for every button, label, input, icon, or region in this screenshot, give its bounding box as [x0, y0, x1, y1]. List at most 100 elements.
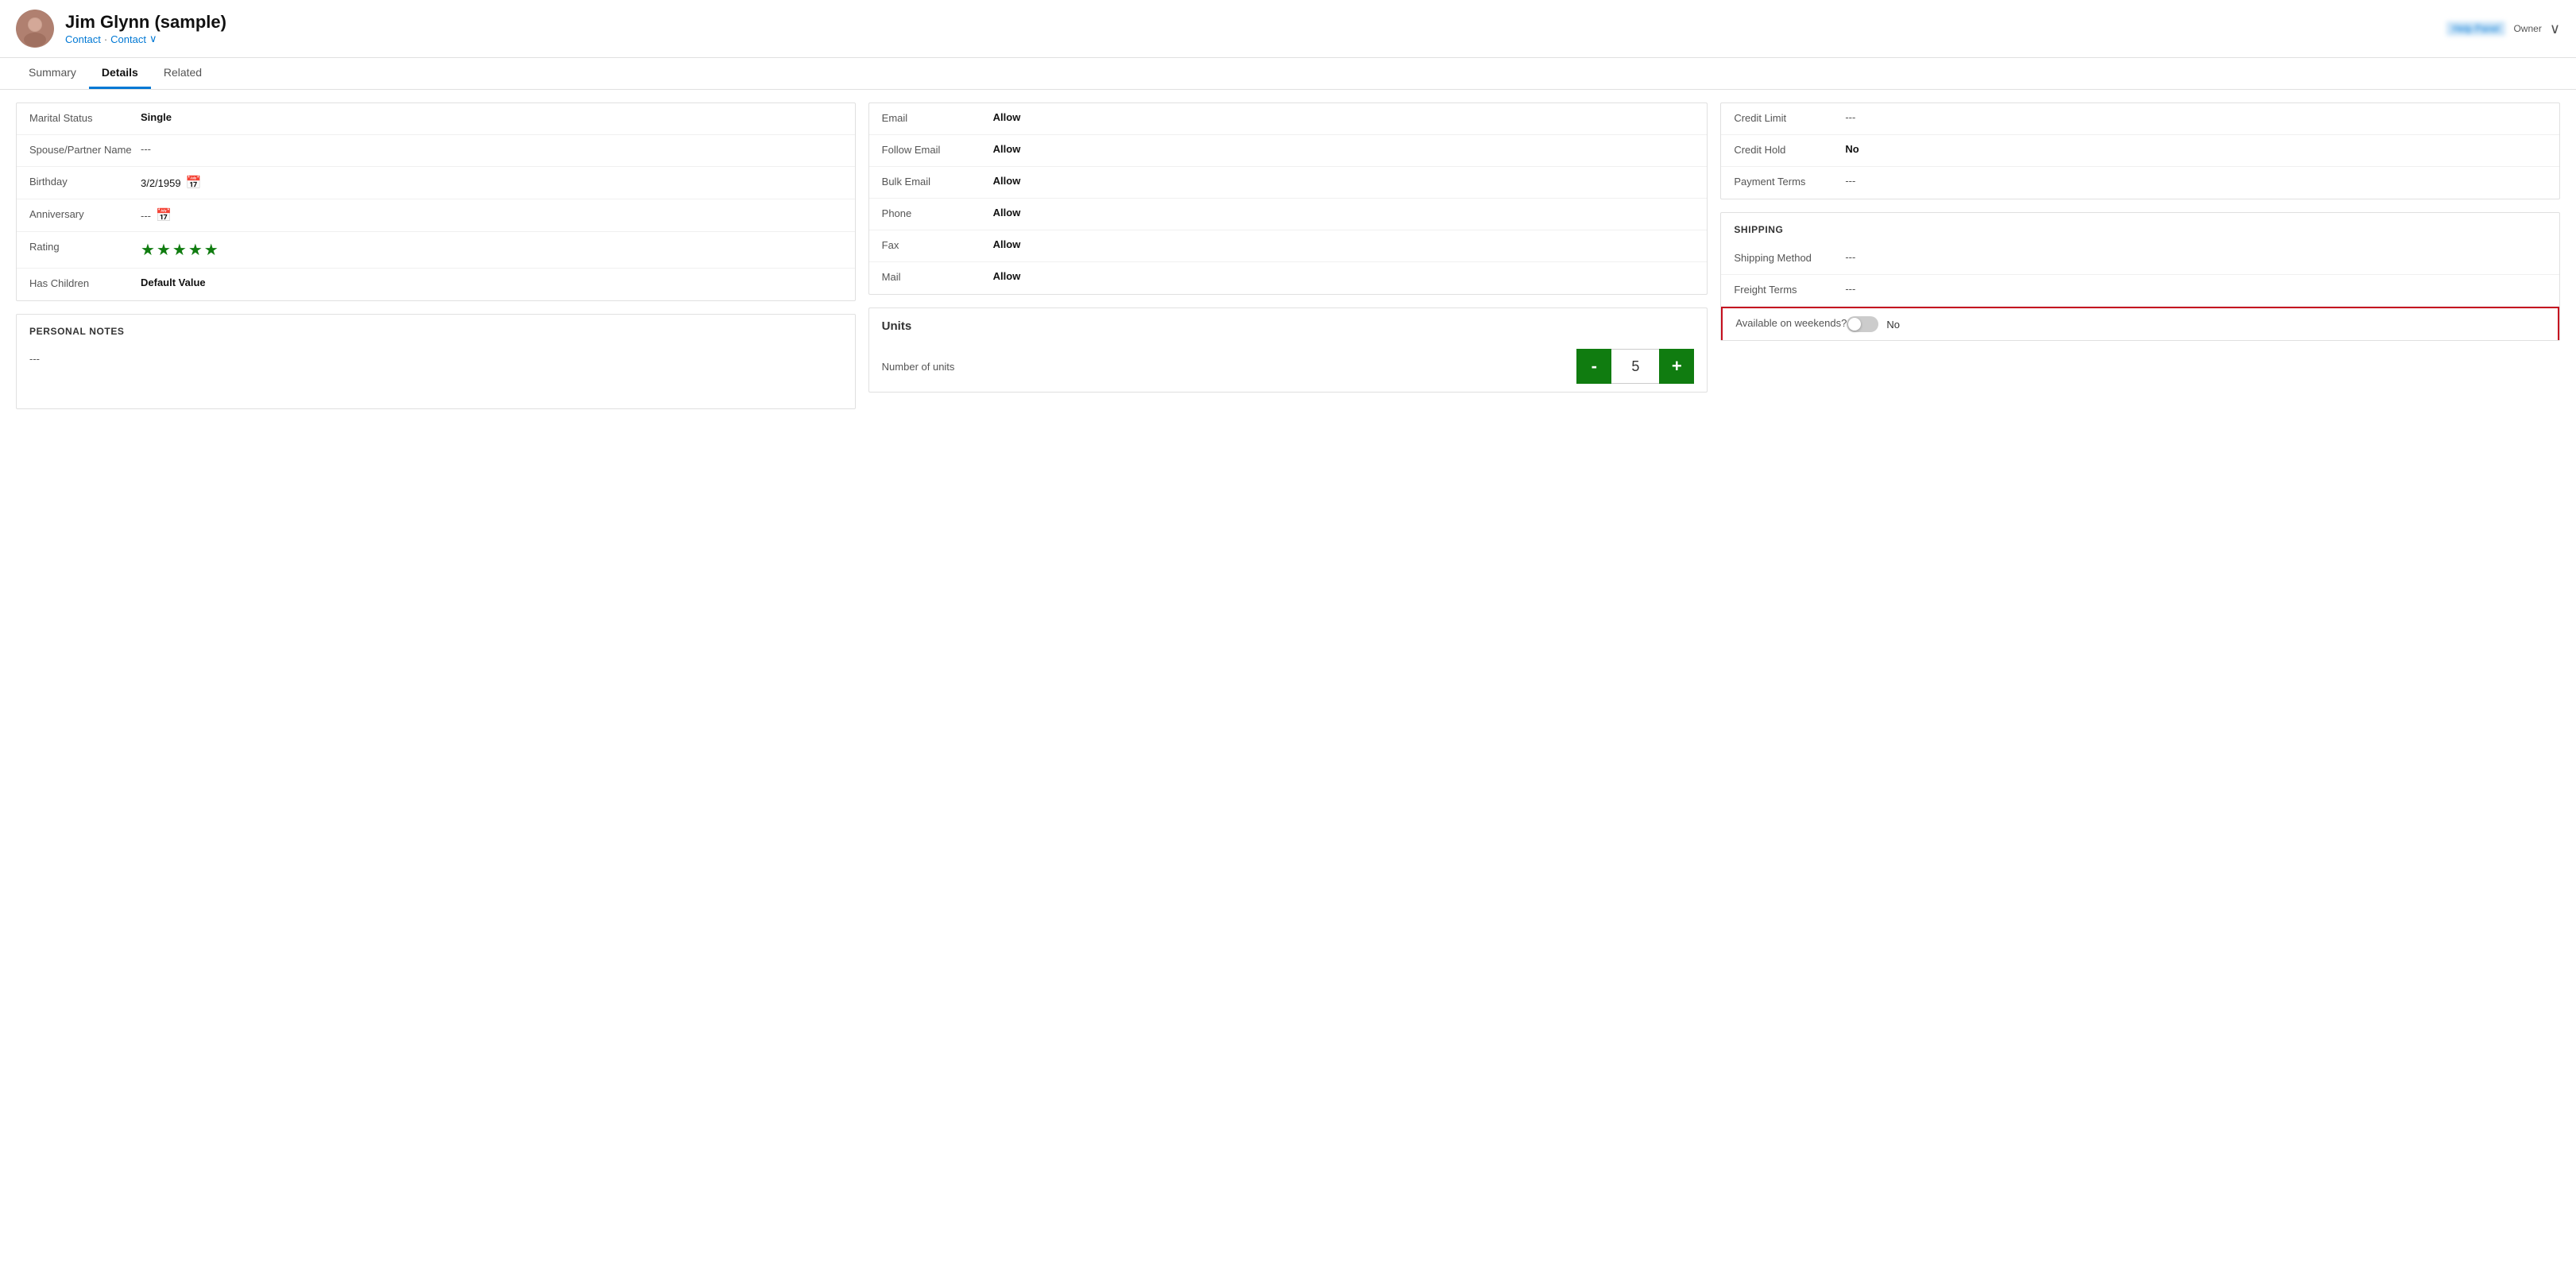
follow-email-row: Follow Email Allow: [869, 135, 1708, 167]
sub-separator: ·: [104, 33, 107, 45]
tab-details[interactable]: Details: [89, 58, 151, 89]
tab-bar: Summary Details Related: [0, 58, 2576, 90]
birthday-row: Birthday 3/2/1959 📅: [17, 167, 855, 199]
page-header: Jim Glynn (sample) Contact · Contact ∨ H…: [0, 0, 2576, 58]
payment-terms-row: Payment Terms ---: [1721, 167, 2559, 199]
shipping-method-row: Shipping Method ---: [1721, 243, 2559, 275]
birthday-calendar-icon[interactable]: 📅: [186, 175, 202, 191]
units-increase-button[interactable]: +: [1659, 349, 1694, 384]
units-controls: - 5 +: [1576, 349, 1694, 384]
personal-notes-content: ---: [17, 345, 855, 373]
phone-label: Phone: [882, 207, 993, 221]
personal-info-card: Marital Status Single Spouse/Partner Nam…: [16, 103, 856, 301]
header-left: Jim Glynn (sample) Contact · Contact ∨: [16, 10, 226, 48]
bulk-email-label: Bulk Email: [882, 175, 993, 189]
email-label: Email: [882, 111, 993, 126]
credit-limit-value: ---: [1845, 111, 2547, 123]
spouse-value: ---: [141, 143, 842, 155]
contact-type-link2[interactable]: Contact: [110, 33, 146, 45]
spouse-row: Spouse/Partner Name ---: [17, 135, 855, 167]
mail-label: Mail: [882, 270, 993, 284]
payment-terms-value: ---: [1845, 175, 2547, 187]
spouse-label: Spouse/Partner Name: [29, 143, 141, 157]
units-title: Units: [869, 308, 1708, 341]
phone-value: Allow: [993, 207, 1695, 219]
credit-hold-label: Credit Hold: [1734, 143, 1845, 157]
owner-section: Owner: [2513, 23, 2541, 34]
column-2: Email Allow Follow Email Allow Bulk Emai…: [868, 103, 1708, 409]
toggle-thumb: [1848, 318, 1861, 331]
available-weekends-toggle[interactable]: [1847, 316, 1878, 332]
units-card: Units Number of units - 5 +: [868, 308, 1708, 393]
sub-chevron[interactable]: ∨: [149, 33, 157, 45]
star-4: ★: [188, 240, 203, 260]
credit-limit-row: Credit Limit ---: [1721, 103, 2559, 135]
shipping-method-value: ---: [1845, 251, 2547, 263]
anniversary-calendar-icon[interactable]: 📅: [156, 207, 172, 223]
marital-status-value: Single: [141, 111, 842, 123]
email-row: Email Allow: [869, 103, 1708, 135]
tab-related[interactable]: Related: [151, 58, 215, 89]
rating-value: ★ ★ ★ ★ ★: [141, 240, 842, 260]
header-chevron-icon[interactable]: ∨: [2550, 21, 2560, 37]
shipping-title: SHIPPING: [1721, 213, 2559, 243]
column-1: Marital Status Single Spouse/Partner Nam…: [16, 103, 856, 409]
payment-terms-label: Payment Terms: [1734, 175, 1845, 189]
anniversary-label: Anniversary: [29, 207, 141, 222]
available-weekends-toggle-label: No: [1886, 319, 1900, 331]
star-3: ★: [172, 240, 187, 260]
has-children-label: Has Children: [29, 277, 141, 291]
units-value: 5: [1611, 349, 1659, 384]
units-field-row: Number of units - 5 +: [869, 341, 1708, 392]
shipping-method-label: Shipping Method: [1734, 251, 1845, 265]
owner-label: Owner: [2513, 23, 2541, 34]
rating-stars: ★ ★ ★ ★ ★: [141, 240, 219, 260]
rating-label: Rating: [29, 240, 141, 254]
birthday-label: Birthday: [29, 175, 141, 189]
credit-hold-value: No: [1845, 143, 2547, 155]
credit-hold-row: Credit Hold No: [1721, 135, 2559, 167]
avatar-image: [16, 10, 54, 48]
available-weekends-value: No: [1847, 316, 2545, 332]
header-right: Help Panel Owner ∨: [2446, 21, 2560, 37]
shipping-card: SHIPPING Shipping Method --- Freight Ter…: [1720, 212, 2560, 341]
toggle-container: No: [1847, 316, 1900, 332]
contact-type-link1[interactable]: Contact: [65, 33, 101, 45]
mail-row: Mail Allow: [869, 262, 1708, 294]
available-weekends-row: Available on weekends? No: [1721, 307, 2559, 340]
main-content: Marital Status Single Spouse/Partner Nam…: [0, 90, 2576, 422]
units-field-label: Number of units: [882, 361, 1577, 373]
freight-terms-label: Freight Terms: [1734, 283, 1845, 297]
billing-card: Credit Limit --- Credit Hold No Payment …: [1720, 103, 2560, 199]
fax-value: Allow: [993, 238, 1695, 250]
follow-email-value: Allow: [993, 143, 1695, 155]
contact-name: Jim Glynn (sample): [65, 12, 226, 33]
freight-terms-value: ---: [1845, 283, 2547, 295]
fax-label: Fax: [882, 238, 993, 253]
follow-email-label: Follow Email: [882, 143, 993, 157]
marital-status-label: Marital Status: [29, 111, 141, 126]
birthday-value[interactable]: 3/2/1959 📅: [141, 175, 842, 191]
star-5: ★: [204, 240, 219, 260]
contact-preferences-card: Email Allow Follow Email Allow Bulk Emai…: [868, 103, 1708, 295]
anniversary-text: ---: [141, 210, 151, 222]
has-children-value: Default Value: [141, 277, 842, 288]
personal-notes-card: PERSONAL NOTES ---: [16, 314, 856, 409]
anniversary-value[interactable]: --- 📅: [141, 207, 842, 223]
mail-value: Allow: [993, 270, 1695, 282]
header-info: Jim Glynn (sample) Contact · Contact ∨: [65, 12, 226, 45]
units-decrease-button[interactable]: -: [1576, 349, 1611, 384]
fax-row: Fax Allow: [869, 230, 1708, 262]
personal-notes-title: PERSONAL NOTES: [17, 315, 855, 345]
has-children-row: Has Children Default Value: [17, 269, 855, 300]
freight-terms-row: Freight Terms ---: [1721, 275, 2559, 307]
birthday-text: 3/2/1959: [141, 177, 181, 189]
bulk-email-value: Allow: [993, 175, 1695, 187]
credit-limit-label: Credit Limit: [1734, 111, 1845, 126]
star-2: ★: [157, 240, 171, 260]
star-1: ★: [141, 240, 155, 260]
help-badge: Help Panel: [2446, 21, 2506, 36]
column-3: Credit Limit --- Credit Hold No Payment …: [1720, 103, 2560, 409]
tab-summary[interactable]: Summary: [16, 58, 89, 89]
header-subtitle: Contact · Contact ∨: [65, 33, 226, 45]
